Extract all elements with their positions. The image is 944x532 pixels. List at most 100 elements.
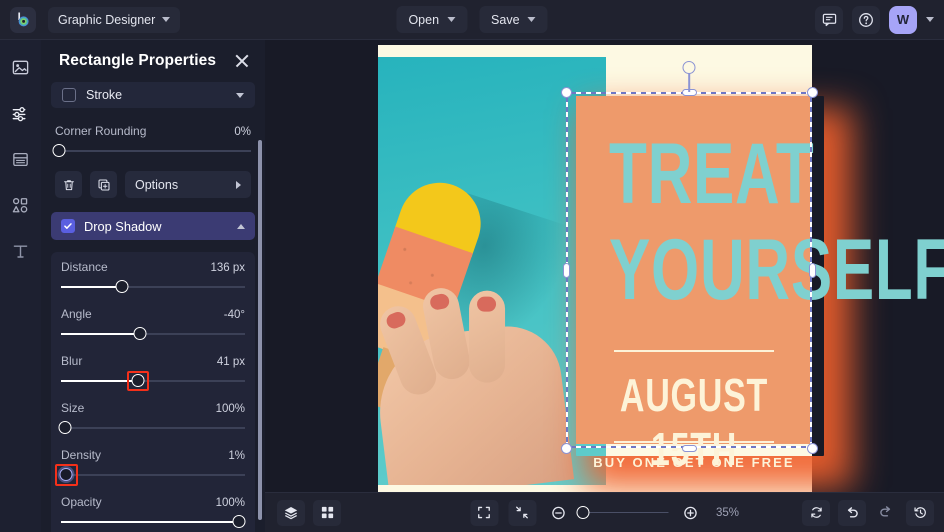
app-logo[interactable] — [10, 6, 36, 33]
save-button[interactable]: Save — [479, 6, 548, 33]
slider-track — [61, 427, 245, 429]
angle-slider[interactable] — [61, 327, 245, 341]
angle-label-row: Angle -40° — [57, 307, 249, 321]
poster-headline-line2: YOURSELF — [609, 222, 944, 318]
image-icon — [12, 60, 29, 74]
poster-tagline: BUY ONE GET ONE FREE — [593, 455, 795, 470]
shapes-icon — [12, 197, 28, 213]
zoom-out-button[interactable] — [546, 501, 570, 525]
reset-button[interactable] — [802, 499, 830, 526]
page-title: Rectangle Properties — [59, 52, 217, 69]
opacity-label-row: Opacity 100% — [57, 495, 249, 509]
properties-panel-body: Stroke Corner Rounding 0% Options Drop S… — [41, 82, 265, 532]
fingernail — [428, 292, 451, 311]
stroke-checkbox[interactable] — [62, 88, 76, 102]
stroke-section-row[interactable]: Stroke — [51, 82, 255, 108]
size-label-row: Size 100% — [57, 401, 249, 415]
chevron-down-icon — [162, 17, 171, 22]
slider-fill — [61, 286, 122, 288]
distance-slider[interactable] — [61, 280, 245, 294]
avatar-initial: W — [896, 12, 910, 27]
size-value: 100% — [215, 403, 245, 415]
close-icon[interactable] — [233, 52, 251, 70]
angle-slider-handle[interactable] — [133, 327, 147, 340]
document-name-dropdown[interactable]: Graphic Designer — [48, 6, 181, 33]
layers-tool[interactable] — [6, 144, 36, 174]
stroke-label: Stroke — [86, 88, 123, 102]
fit-screen-button[interactable] — [469, 499, 498, 526]
zoom-out-icon — [551, 506, 565, 519]
blur-slider-handle[interactable] — [131, 374, 145, 387]
panel-scrollbar[interactable] — [258, 140, 262, 520]
adjust-tool[interactable] — [6, 98, 36, 128]
zoom-in-icon — [683, 506, 697, 519]
density-slider[interactable] — [55, 464, 245, 486]
duplicate-button[interactable] — [90, 171, 117, 198]
refresh-icon — [810, 507, 822, 518]
collapse-icon — [516, 506, 528, 519]
adjustments-icon — [12, 106, 26, 121]
help-button[interactable] — [852, 5, 880, 34]
shapes-tool[interactable] — [6, 190, 36, 220]
layers-button[interactable] — [277, 499, 305, 526]
opacity-slider-handle[interactable] — [232, 515, 246, 528]
layers-icon — [284, 506, 298, 519]
angle-label: Angle — [61, 307, 92, 321]
history-button[interactable] — [906, 499, 934, 526]
distance-value: 136 px — [210, 262, 245, 274]
density-value: 1% — [228, 450, 245, 462]
opacity-slider[interactable] — [61, 515, 246, 529]
avatar[interactable]: W — [889, 5, 917, 34]
hand-graphic — [378, 285, 575, 485]
undo-button[interactable] — [838, 499, 866, 526]
chevron-down-icon[interactable] — [236, 92, 244, 98]
poster-rectangle[interactable]: TREAT YOURSELF AUGUST 15TH BUY ONE GET O… — [576, 96, 944, 475]
density-slider-handle[interactable] — [59, 468, 73, 481]
artboard[interactable]: TREAT YOURSELF AUGUST 15TH BUY ONE GET O… — [378, 45, 944, 492]
distance-label-row: Distance 136 px — [57, 260, 249, 274]
canvas-area[interactable]: TREAT YOURSELF AUGUST 15TH BUY ONE GET O… — [265, 40, 944, 492]
blur-slider[interactable] — [61, 371, 245, 391]
text-tool[interactable] — [6, 236, 36, 266]
options-button[interactable]: Options — [125, 171, 251, 198]
fingernail — [384, 309, 408, 331]
document-name-label: Graphic Designer — [58, 12, 156, 27]
blur-label-row: Blur 41 px — [57, 354, 249, 368]
photo-layer[interactable] — [378, 57, 606, 485]
chevron-up-icon[interactable] — [237, 223, 245, 229]
open-button[interactable]: Open — [396, 6, 468, 33]
size-slider-handle[interactable] — [58, 421, 72, 434]
redo-button[interactable] — [874, 500, 898, 524]
check-icon — [64, 223, 72, 229]
zoom-in-button[interactable] — [678, 501, 702, 525]
corner-rounding-slider-handle[interactable] — [52, 144, 66, 157]
options-label: Options — [135, 177, 179, 192]
grid-icon — [321, 506, 333, 519]
collapse-button[interactable] — [507, 499, 536, 526]
opacity-value: 100% — [215, 497, 245, 509]
size-slider[interactable] — [58, 421, 245, 435]
distance-label: Distance — [61, 260, 108, 274]
size-label: Size — [61, 401, 85, 415]
delete-button[interactable] — [55, 171, 82, 198]
distance-slider-handle[interactable] — [115, 280, 129, 293]
corner-rounding-slider[interactable] — [52, 144, 251, 158]
drop-shadow-checkbox[interactable] — [61, 219, 75, 233]
slider-fill — [61, 333, 141, 335]
blur-value: 41 px — [216, 356, 245, 368]
drop-shadow-section-header[interactable]: Drop Shadow — [51, 212, 255, 240]
zoom-slider-handle[interactable] — [575, 505, 589, 519]
bottom-bar: 35% — [265, 492, 944, 532]
zoom-slider[interactable] — [575, 505, 668, 519]
help-circle-icon — [859, 12, 873, 27]
density-label: Density — [61, 448, 102, 462]
comment-button[interactable] — [815, 5, 843, 34]
poster-divider-top — [613, 350, 775, 352]
image-tool[interactable] — [6, 52, 36, 82]
grid-button[interactable] — [313, 499, 341, 526]
account-chevron-down-icon[interactable] — [926, 17, 934, 22]
poster-divider-bottom — [613, 441, 775, 443]
chevron-down-icon — [527, 17, 536, 22]
bottom-left-actions — [277, 499, 341, 526]
top-bar: Graphic Designer Open Save W — [0, 0, 944, 40]
